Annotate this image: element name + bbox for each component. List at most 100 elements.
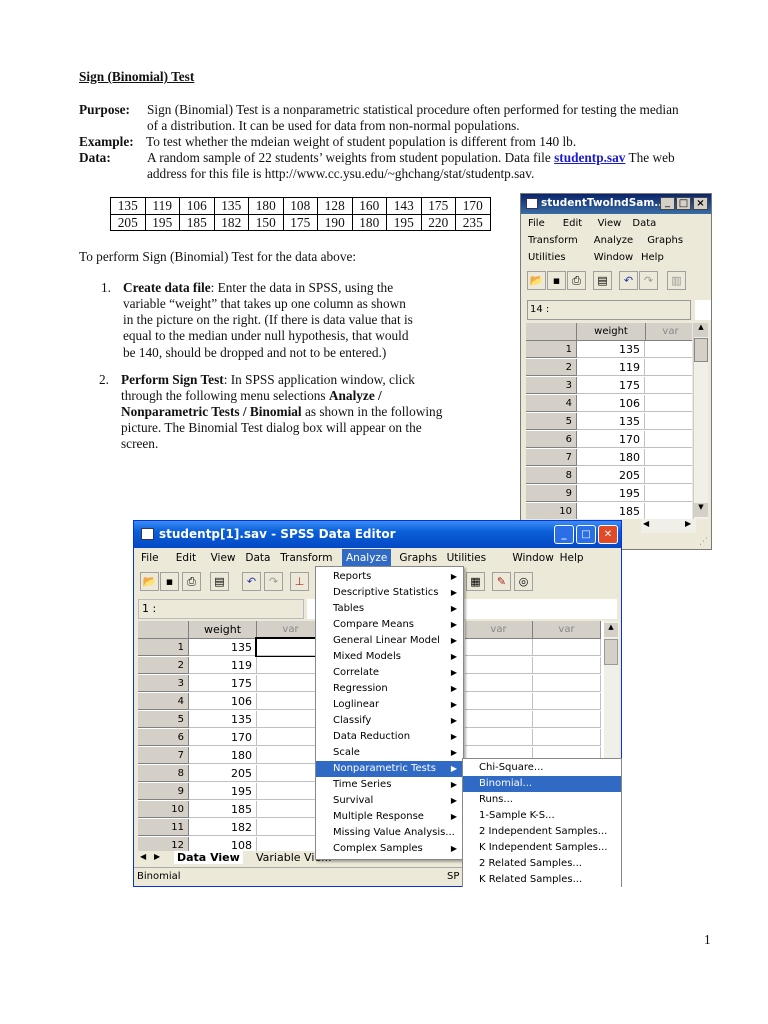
minimize-button[interactable]: _ — [554, 525, 574, 544]
goto-chart-icon[interactable]: ▥ — [667, 271, 686, 290]
row-number[interactable]: 2 — [526, 359, 577, 376]
analyze-menu-item[interactable]: Regression ▶ — [316, 681, 463, 697]
empty-cell[interactable] — [465, 657, 533, 674]
nonparametric-menu-item[interactable]: 2 Related Samples... — [463, 856, 621, 872]
column-header-var-5[interactable]: var — [533, 621, 601, 639]
menu-item-data[interactable]: Data — [241, 549, 274, 567]
use-sets-icon[interactable]: ◎ — [514, 572, 533, 591]
empty-cell[interactable] — [533, 711, 601, 728]
empty-cell[interactable] — [645, 431, 692, 448]
row-number[interactable]: 3 — [138, 675, 189, 692]
analyze-menu-item[interactable]: Loglinear ▶ — [316, 697, 463, 713]
empty-cell[interactable] — [645, 467, 692, 484]
menu-item-view[interactable]: View — [598, 218, 622, 229]
empty-cell[interactable] — [465, 675, 533, 692]
empty-cell[interactable] — [465, 711, 533, 728]
undo-icon[interactable]: ↶ — [619, 271, 638, 290]
nonparametric-menu-item[interactable]: Chi-Square... — [463, 760, 621, 776]
empty-cell[interactable] — [645, 413, 692, 430]
save-icon[interactable]: ▪ — [160, 572, 179, 591]
empty-cell[interactable] — [645, 359, 692, 376]
scroll-right-arrow[interactable]: ▶ — [685, 519, 691, 528]
row-number[interactable]: 10 — [526, 503, 577, 519]
menu-item-analyze[interactable]: Analyze — [342, 549, 392, 567]
split-file-icon[interactable]: ▦ — [466, 572, 485, 591]
menu-item-file[interactable]: File — [528, 218, 545, 229]
menu-item-utilities[interactable]: Utilities — [443, 549, 491, 567]
scroll-up-arrow[interactable]: ▲ — [604, 623, 618, 637]
row-number[interactable]: 2 — [138, 657, 189, 674]
weight-cell[interactable]: 135 — [577, 341, 645, 358]
analyze-menu-item[interactable]: Classify ▶ — [316, 713, 463, 729]
analyze-menu-item[interactable]: Survival ▶ — [316, 793, 463, 809]
weight-cell[interactable]: 170 — [189, 729, 257, 746]
row-number[interactable]: 7 — [138, 747, 189, 764]
row-number[interactable]: 1 — [526, 341, 577, 358]
goto-case-icon[interactable]: ⊥ — [290, 572, 309, 591]
row-number[interactable]: 11 — [138, 819, 189, 836]
scroll-up-arrow[interactable]: ▲ — [694, 323, 708, 337]
empty-cell[interactable] — [533, 675, 601, 692]
empty-cell[interactable] — [645, 377, 692, 394]
open-icon[interactable]: 📂 — [527, 271, 546, 290]
studentp-link[interactable]: studentp.sav — [554, 150, 625, 165]
menu-item-transform[interactable]: Transform — [276, 549, 336, 567]
maximize-button[interactable]: □ — [576, 525, 596, 544]
weight-cell[interactable]: 195 — [189, 783, 257, 800]
empty-cell[interactable] — [645, 395, 692, 412]
weight-cell[interactable]: 180 — [577, 449, 645, 466]
row-number[interactable]: 8 — [138, 765, 189, 782]
print-icon[interactable]: ⎙ — [182, 572, 201, 591]
empty-cell[interactable] — [533, 729, 601, 746]
nonparametric-menu-item[interactable]: 2 Independent Samples... — [463, 824, 621, 840]
dialog-recall-icon[interactable]: ▤ — [593, 271, 612, 290]
menu-item-data[interactable]: Data — [632, 218, 656, 229]
empty-cell[interactable] — [533, 693, 601, 710]
empty-cell[interactable] — [645, 341, 692, 358]
minimize-button[interactable]: _ — [660, 197, 675, 210]
row-number[interactable]: 4 — [138, 693, 189, 710]
weight-cell[interactable]: 106 — [189, 693, 257, 710]
tab-scroll-right[interactable]: ▶ — [154, 852, 160, 861]
analyze-menu-item[interactable]: Complex Samples ▶ — [316, 841, 463, 857]
analyze-menu-item[interactable]: Mixed Models ▶ — [316, 649, 463, 665]
analyze-menu-item[interactable]: General Linear Model ▶ — [316, 633, 463, 649]
weight-cell[interactable]: 185 — [577, 503, 645, 519]
scroll-left-arrow[interactable]: ◀ — [643, 519, 649, 528]
weight-cell[interactable]: 170 — [577, 431, 645, 448]
menu-item-help[interactable]: Help — [556, 549, 588, 567]
horizontal-scrollbar[interactable]: ◀ ▶ — [641, 519, 696, 533]
menu-item-utilities[interactable]: Utilities — [528, 252, 566, 263]
weight-cell[interactable]: 205 — [577, 467, 645, 484]
weight-cell[interactable]: 180 — [189, 747, 257, 764]
analyze-menu-item[interactable]: Scale ▶ — [316, 745, 463, 761]
analyze-menu-item[interactable]: Descriptive Statistics ▶ — [316, 585, 463, 601]
menu-item-edit[interactable]: Edit — [172, 549, 200, 567]
undo-icon[interactable]: ↶ — [242, 572, 261, 591]
empty-cell[interactable] — [533, 639, 601, 656]
column-header-weight[interactable]: weight — [189, 621, 257, 639]
print-icon[interactable]: ⎙ — [567, 271, 586, 290]
analyze-menu-item[interactable]: Nonparametric Tests ▶ — [316, 761, 463, 777]
menu-item-graphs[interactable]: Graphs — [395, 549, 441, 567]
weight-cell[interactable]: 119 — [189, 657, 257, 674]
nonparametric-menu-item[interactable]: Runs... — [463, 792, 621, 808]
analyze-menu-item[interactable]: Reports ▶ — [316, 569, 463, 585]
row-number[interactable]: 5 — [138, 711, 189, 728]
empty-cell[interactable] — [533, 657, 601, 674]
menu-item-file[interactable]: File — [137, 549, 163, 567]
tab-data-view[interactable]: Data View — [174, 851, 243, 864]
row-number[interactable]: 9 — [526, 485, 577, 502]
menu-item-help[interactable]: Help — [641, 252, 664, 263]
weight-cell[interactable]: 135 — [189, 711, 257, 728]
weight-cell[interactable]: 119 — [577, 359, 645, 376]
nonparametric-menu-item[interactable]: 1-Sample K-S... — [463, 808, 621, 824]
analyze-menu-item[interactable]: Tables ▶ — [316, 601, 463, 617]
row-number[interactable]: 6 — [138, 729, 189, 746]
weight-cell[interactable]: 195 — [577, 485, 645, 502]
empty-cell[interactable] — [465, 693, 533, 710]
analyze-menu-item[interactable]: Time Series ▶ — [316, 777, 463, 793]
row-number[interactable]: 3 — [526, 377, 577, 394]
menu-item-analyze[interactable]: Analyze — [594, 235, 633, 246]
weight-cell[interactable]: 175 — [577, 377, 645, 394]
